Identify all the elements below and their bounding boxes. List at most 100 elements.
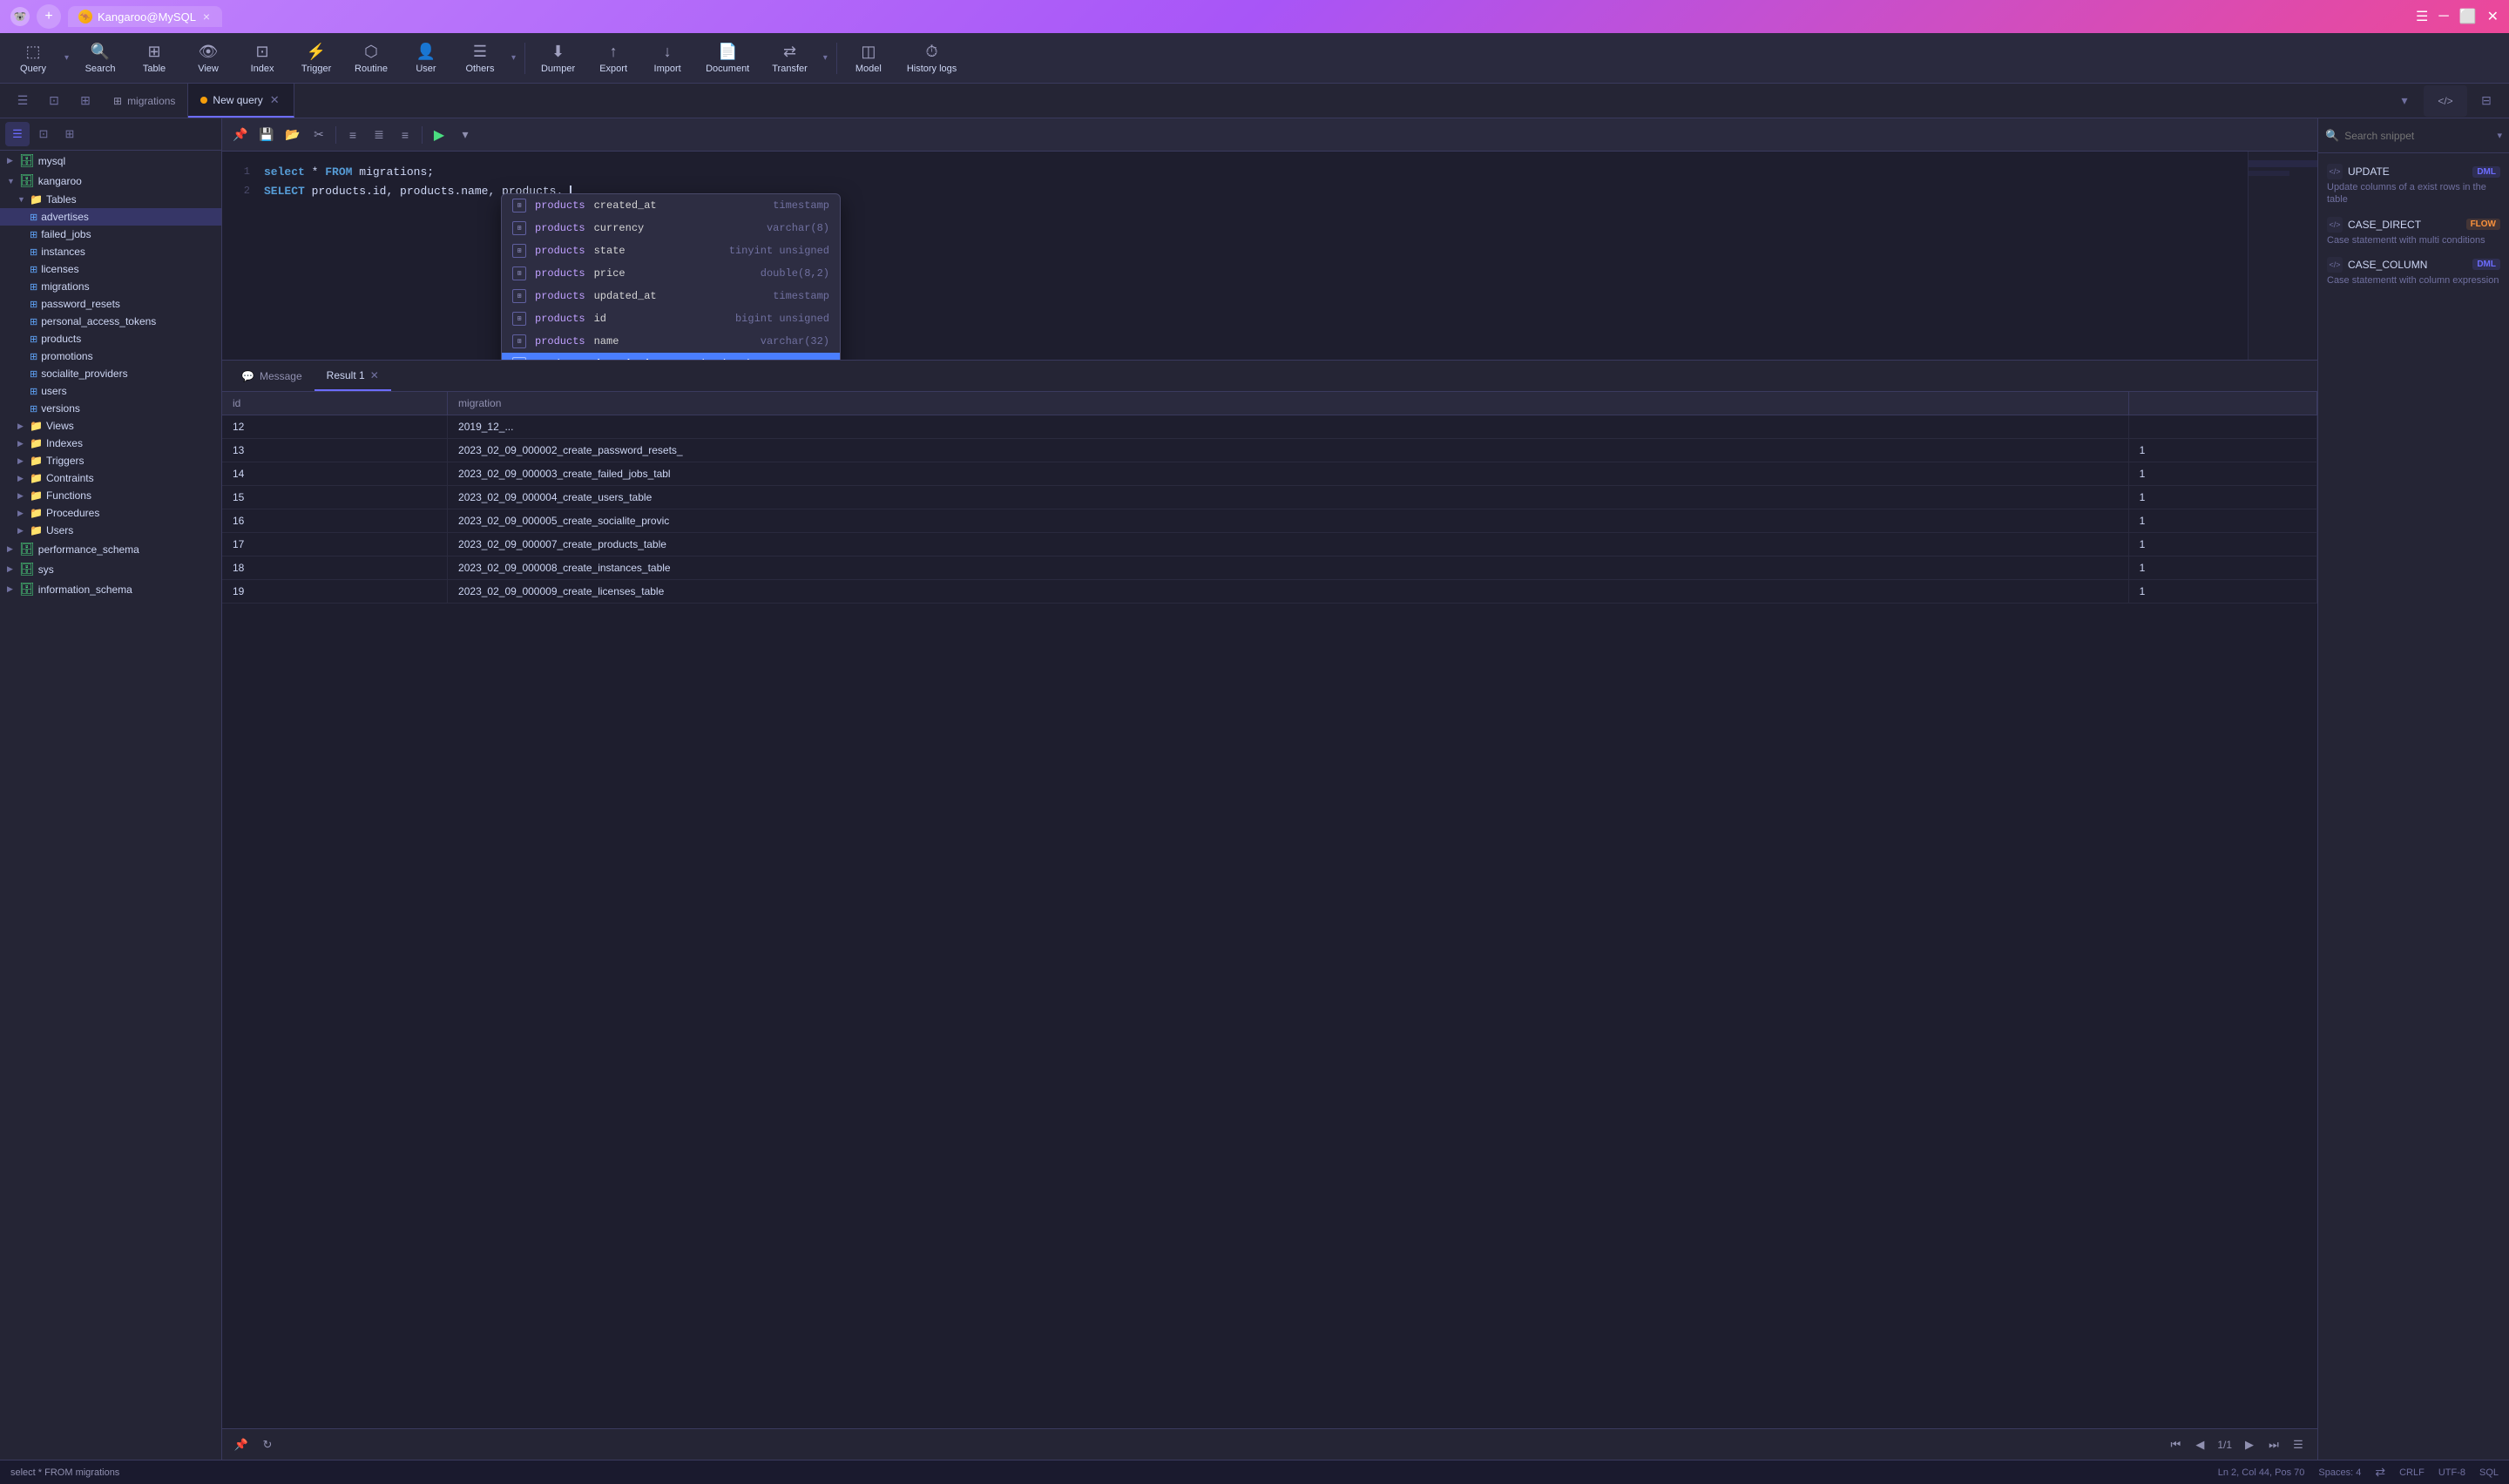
sidebar-item-personal-access-tokens[interactable]: ⊞ personal_access_tokens — [0, 313, 221, 330]
table-row[interactable]: 15 2023_02_09_000004_create_users_table … — [222, 486, 2317, 509]
list-btn[interactable]: ≡ — [394, 124, 416, 146]
table-row[interactable]: 13 2023_02_09_000002_create_password_res… — [222, 439, 2317, 462]
align-left-btn[interactable]: ≡ — [342, 124, 364, 146]
align-center-btn[interactable]: ≣ — [368, 124, 390, 146]
sidebar-item-tables[interactable]: ▼ 📁 Tables — [0, 191, 221, 208]
tab-result-1[interactable]: Result 1 ✕ — [314, 361, 391, 391]
model-toolbar-button[interactable]: ◫ Model — [842, 37, 895, 79]
search-toolbar-button[interactable]: 🔍 Search — [74, 37, 126, 79]
transfer-dropdown-arrow[interactable]: ▾ — [820, 50, 831, 66]
sidebar-item-information-schema[interactable]: ▶ 🗄 information_schema — [0, 579, 221, 599]
trigger-toolbar-button[interactable]: ⚡ Trigger — [290, 37, 342, 79]
sidebar-item-triggers[interactable]: ▶ 📁 Triggers — [0, 452, 221, 469]
document-toolbar-button[interactable]: 📄 Document — [695, 37, 760, 79]
code-editor[interactable]: 1 select * FROM migrations; 2 SELECT pro… — [222, 152, 2317, 361]
ac-item-description[interactable]: ⊞ products description varchar(256) — [502, 353, 840, 361]
sidebar-item-password-resets[interactable]: ⊞ password_resets — [0, 295, 221, 313]
col-header-batch[interactable] — [2128, 392, 2316, 415]
close-button[interactable]: ✕ — [2487, 8, 2499, 25]
tab-close-button[interactable]: × — [201, 10, 212, 24]
snippet-search-input[interactable] — [2344, 130, 2492, 142]
table-row[interactable]: 19 2023_02_09_000009_create_licenses_tab… — [222, 580, 2317, 604]
title-tab[interactable]: 🦘 Kangaroo@MySQL × — [68, 6, 222, 27]
transfer-button[interactable]: ⇄ Transfer — [761, 37, 818, 79]
pin-tool-btn[interactable]: 📌 — [229, 124, 252, 146]
table-row[interactable]: 12 2019_12_... — [222, 415, 2317, 439]
col-header-migration[interactable]: migration — [448, 392, 2129, 415]
sidebar-item-advertises[interactable]: ⊞ advertises — [0, 208, 221, 226]
result1-tab-close[interactable]: ✕ — [370, 369, 379, 381]
save-tool-btn[interactable]: 💾 — [255, 124, 278, 146]
results-refresh-btn[interactable]: ↻ — [257, 1434, 278, 1455]
sidebar-item-promotions[interactable]: ⊞ promotions — [0, 347, 221, 365]
sidebar-item-sys[interactable]: ▶ 🗄 sys — [0, 559, 221, 579]
sidebar-item-instances[interactable]: ⊞ instances — [0, 243, 221, 260]
table-row[interactable]: 18 2023_02_09_000008_create_instances_ta… — [222, 556, 2317, 580]
sidebar-item-mysql[interactable]: ▶ 🗄 mysql — [0, 151, 221, 171]
status-encoding[interactable]: UTF-8 — [2438, 1467, 2465, 1478]
tabbar-split-icon[interactable]: ⊟ — [2471, 85, 2502, 117]
tab-new-query[interactable]: New query ✕ — [188, 84, 294, 118]
ac-item-price[interactable]: ⊞ products price double(8,2) — [502, 262, 840, 285]
export-toolbar-button[interactable]: ↑ Export — [587, 37, 639, 79]
history-logs-toolbar-button[interactable]: ⏱ History logs — [896, 37, 967, 79]
tabbar-code-icon[interactable]: </> — [2424, 85, 2467, 117]
autocomplete-dropdown[interactable]: ⊞ products created_at timestamp ⊞ produc… — [501, 193, 841, 361]
transfer-toolbar-item[interactable]: ⇄ Transfer ▾ — [761, 37, 831, 79]
sidebar-item-performance-schema[interactable]: ▶ 🗄 performance_schema — [0, 539, 221, 559]
snippet-item-update[interactable]: </> UPDATE DML Update columns of a exist… — [2318, 159, 2509, 212]
restore-button[interactable]: ⬜ — [2459, 8, 2477, 25]
tabbar-list-icon[interactable]: ☰ — [7, 85, 38, 117]
tabbar-grid-icon[interactable]: ⊡ — [38, 85, 70, 117]
minimize-button[interactable]: ─ — [2438, 8, 2448, 25]
pagination-menu-btn[interactable]: ☰ — [2288, 1434, 2309, 1455]
col-header-id[interactable]: id — [222, 392, 448, 415]
user-toolbar-button[interactable]: 👤 User — [400, 37, 452, 79]
others-toolbar-item[interactable]: ☰ Others ▾ — [454, 37, 519, 79]
sidebar-item-users[interactable]: ⊞ users — [0, 382, 221, 400]
run-dropdown-btn[interactable]: ▾ — [454, 124, 477, 146]
others-button[interactable]: ☰ Others — [454, 37, 506, 79]
ac-item-id[interactable]: ⊞ products id bigint unsigned — [502, 307, 840, 330]
tab-migrations[interactable]: ⊞ migrations — [101, 84, 188, 118]
sidebar-list-view-btn[interactable]: ☰ — [5, 122, 30, 146]
ac-item-state[interactable]: ⊞ products state tinyint unsigned — [502, 239, 840, 262]
pagination-first-btn[interactable]: ⏮ — [2165, 1434, 2186, 1455]
sidebar-item-contraints[interactable]: ▶ 📁 Contraints — [0, 469, 221, 487]
sidebar-table-view-btn[interactable]: ⊞ — [57, 122, 82, 146]
sidebar-grid-view-btn[interactable]: ⊡ — [31, 122, 56, 146]
sidebar-item-views[interactable]: ▶ 📁 Views — [0, 417, 221, 435]
table-row[interactable]: 17 2023_02_09_000007_create_products_tab… — [222, 533, 2317, 556]
query-button[interactable]: ⬚ Query — [7, 37, 59, 79]
tab-new-query-close[interactable]: ✕ — [268, 93, 281, 107]
sidebar-item-users-node[interactable]: ▶ 📁 Users — [0, 522, 221, 539]
sidebar-item-migrations[interactable]: ⊞ migrations — [0, 278, 221, 295]
sidebar-item-versions[interactable]: ⊞ versions — [0, 400, 221, 417]
menu-button[interactable]: ☰ — [2416, 8, 2428, 25]
index-toolbar-button[interactable]: ⊡ Index — [236, 37, 288, 79]
others-dropdown-arrow[interactable]: ▾ — [508, 50, 519, 66]
view-toolbar-button[interactable]: 👁 View — [182, 37, 234, 79]
sidebar-item-functions[interactable]: ▶ 📁 Functions — [0, 487, 221, 504]
sidebar-item-licenses[interactable]: ⊞ licenses — [0, 260, 221, 278]
table-row[interactable]: 14 2023_02_09_000003_create_failed_jobs_… — [222, 462, 2317, 486]
pagination-last-btn[interactable]: ⏭ — [2263, 1434, 2284, 1455]
cut-tool-btn[interactable]: ✂ — [308, 124, 330, 146]
snippet-search-bar[interactable]: 🔍 ▾ — [2318, 118, 2509, 153]
new-tab-button[interactable]: + — [37, 4, 61, 29]
query-toolbar-item[interactable]: ⬚ Query ▾ — [7, 37, 72, 79]
query-dropdown-arrow[interactable]: ▾ — [61, 50, 72, 66]
ac-item-created-at[interactable]: ⊞ products created_at timestamp — [502, 194, 840, 217]
data-table-wrapper[interactable]: id migration 12 2019_12_... 13 — [222, 392, 2317, 1428]
snippet-item-case-direct[interactable]: </> CASE_DIRECT FLOW Case statementt wit… — [2318, 212, 2509, 252]
ac-item-updated-at[interactable]: ⊞ products updated_at timestamp — [502, 285, 840, 307]
table-row[interactable]: 16 2023_02_09_000005_create_socialite_pr… — [222, 509, 2317, 533]
sidebar-item-failed-jobs[interactable]: ⊞ failed_jobs — [0, 226, 221, 243]
status-line-ending[interactable]: CRLF — [2399, 1467, 2424, 1478]
sidebar-item-socialite-providers[interactable]: ⊞ socialite_providers — [0, 365, 221, 382]
results-pin-btn[interactable]: 📌 — [231, 1434, 252, 1455]
ac-item-name[interactable]: ⊞ products name varchar(32) — [502, 330, 840, 353]
sidebar-item-kangaroo[interactable]: ▼ 🗄 kangaroo — [0, 171, 221, 191]
tab-message[interactable]: 💬 Message — [229, 361, 314, 391]
tabbar-table-icon[interactable]: ⊞ — [70, 85, 101, 117]
